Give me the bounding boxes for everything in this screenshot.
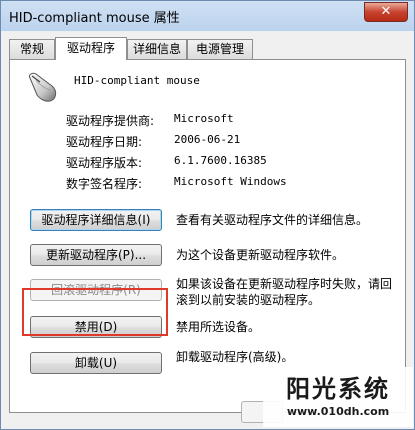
device-name: HID-compliant mouse (74, 74, 200, 87)
watermark-url: www.010dh.com (286, 405, 390, 418)
rollback-driver-desc: 如果该设备在更新驱动程序时失败，请回滚到以前安装的驱动程序。 (176, 277, 393, 307)
update-driver-desc: 为这个设备更新驱动程序软件。 (176, 248, 345, 262)
mouse-icon (29, 72, 57, 102)
driver-panel: HID-compliant mouse 驱动程序提供商: Microsoft 驱… (9, 59, 406, 413)
date-value: 2006-06-21 (174, 133, 241, 146)
tab-driver[interactable]: 驱动程序 (55, 37, 127, 60)
close-button[interactable]: ✕ (364, 2, 408, 22)
window-title: HID-compliant mouse 属性 (9, 11, 180, 26)
tab-general[interactable]: 常规 (9, 39, 55, 59)
driver-details-desc: 查看有关驱动程序文件的详细信息。 (176, 213, 369, 227)
version-value: 6.1.7600.16385 (174, 154, 267, 167)
disable-desc: 禁用所选设备。 (176, 320, 261, 334)
driver-details-button[interactable]: 驱动程序详细信息(I) (30, 209, 162, 231)
update-driver-button[interactable]: 更新驱动程序(P)... (30, 244, 162, 266)
properties-window: HID-compliant mouse 属性 ✕ 常规 驱动程序 详细信息 电源… (0, 0, 415, 430)
tab-details[interactable]: 详细信息 (127, 39, 187, 59)
uninstall-button[interactable]: 卸载(U) (30, 352, 162, 374)
highlight-box (22, 288, 168, 336)
watermark: 阳光系统 www.010dh.com (263, 367, 413, 427)
signer-value: Microsoft Windows (174, 175, 287, 188)
close-icon: ✕ (380, 4, 392, 19)
date-label: 驱动程序日期: (66, 135, 143, 149)
title-bar[interactable]: HID-compliant mouse 属性 ✕ (1, 1, 414, 31)
signer-label: 数字签名程序: (66, 177, 143, 191)
uninstall-desc: 卸载驱动程序(高级)。 (176, 350, 294, 364)
version-label: 驱动程序版本: (66, 156, 143, 170)
provider-value: Microsoft (174, 112, 234, 125)
provider-label: 驱动程序提供商: (66, 114, 155, 128)
tab-power-management[interactable]: 电源管理 (187, 39, 253, 59)
watermark-title: 阳光系统 (286, 375, 390, 403)
